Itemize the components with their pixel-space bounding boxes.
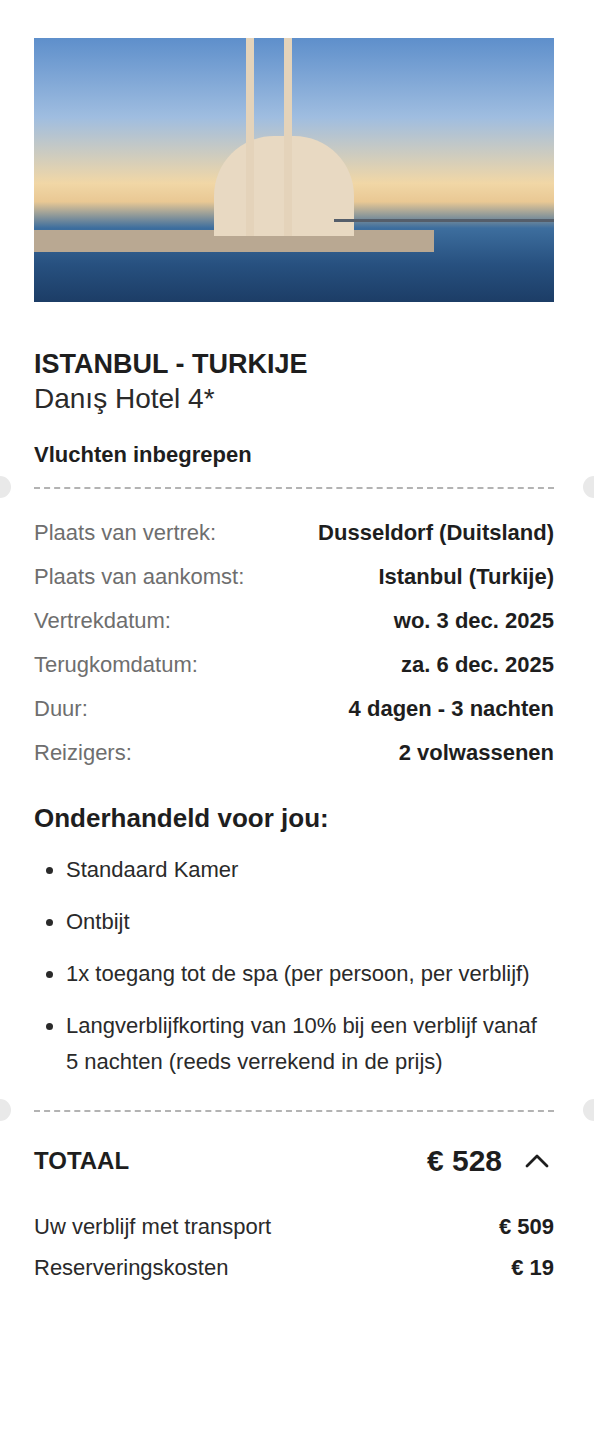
breakdown-label: Reserveringskosten: [34, 1254, 228, 1283]
detail-label: Duur:: [34, 695, 88, 724]
ticket-divider: [0, 1110, 594, 1112]
detail-row: Plaats van aankomst: Istanbul (Turkije): [34, 555, 554, 599]
total-label: TOTAAL: [34, 1143, 129, 1179]
detail-value: Istanbul (Turkije): [378, 563, 554, 592]
detail-row: Plaats van vertrek: Dusseldorf (Duitsland…: [34, 511, 554, 555]
negotiated-item: Langverblijfkorting van 10% bij een verb…: [66, 1008, 554, 1080]
breakdown-amount: € 19: [511, 1254, 554, 1283]
negotiated-title: Onderhandeld voor jou:: [34, 799, 554, 838]
trip-details: Plaats van vertrek: Dusseldorf (Duitsland…: [34, 489, 554, 775]
detail-label: Plaats van aankomst:: [34, 563, 244, 592]
detail-label: Reizigers:: [34, 739, 132, 768]
negotiated-list: Standaard Kamer Ontbijt 1x toegang tot de …: [34, 852, 554, 1080]
total-row[interactable]: TOTAAL € 528: [34, 1138, 554, 1183]
detail-row: Duur: 4 dagen - 3 nachten: [34, 687, 554, 731]
total-amount-group: € 528: [427, 1138, 554, 1183]
breakdown-amount: € 509: [499, 1213, 554, 1242]
total-breakdown: Uw verblijf met transport € 509 Reserverin…: [34, 1207, 554, 1289]
detail-row: Terugkomdatum: za. 6 dec. 2025: [34, 643, 554, 687]
destination-title: ISTANBUL - TURKIJE: [34, 348, 554, 380]
total-amount: € 528: [427, 1138, 502, 1183]
breakdown-label: Uw verblijf met transport: [34, 1213, 271, 1242]
negotiated-item: Standaard Kamer: [66, 852, 554, 888]
breakdown-row: Reserveringskosten € 19: [34, 1248, 554, 1289]
detail-value: 2 volwassenen: [399, 739, 554, 768]
detail-label: Terugkomdatum:: [34, 651, 198, 680]
detail-value: wo. 3 dec. 2025: [394, 607, 554, 636]
flights-note: Vluchten inbegrepen: [34, 438, 554, 471]
breakdown-row: Uw verblijf met transport € 509: [34, 1207, 554, 1248]
chevron-icon[interactable]: [524, 1148, 550, 1174]
hotel-name: Danış Hotel 4*: [34, 380, 554, 418]
detail-row: Reizigers: 2 volwassenen: [34, 731, 554, 775]
detail-row: Vertrekdatum: wo. 3 dec. 2025: [34, 599, 554, 643]
negotiated-item: Ontbijt: [66, 904, 554, 940]
detail-label: Plaats van vertrek:: [34, 519, 216, 548]
destination-photo: [34, 38, 554, 302]
negotiated-item: 1x toegang tot de spa (per persoon, per …: [66, 956, 554, 992]
ticket-divider: [0, 487, 594, 489]
detail-value: za. 6 dec. 2025: [401, 651, 554, 680]
detail-value: 4 dagen - 3 nachten: [349, 695, 554, 724]
detail-value: Dusseldorf (Duitsland): [318, 519, 554, 548]
detail-label: Vertrekdatum:: [34, 607, 171, 636]
